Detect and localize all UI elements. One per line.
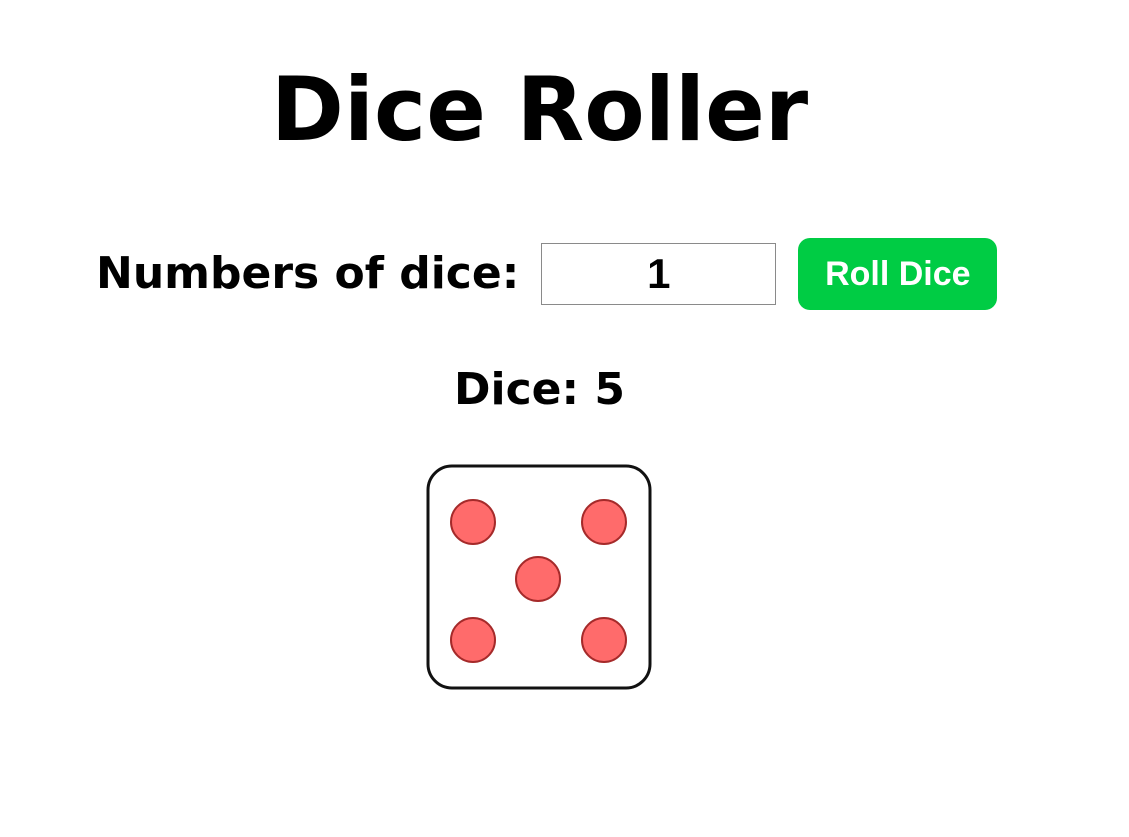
- die-face-five: [426, 464, 652, 690]
- dice-count-label: Numbers of dice:: [96, 248, 520, 299]
- die-pip: [515, 556, 561, 602]
- die-pip: [581, 617, 627, 663]
- die-pip: [581, 499, 627, 545]
- roll-dice-button[interactable]: Roll Dice: [798, 238, 998, 310]
- die-pip: [450, 499, 496, 545]
- page-title: Dice Roller: [270, 58, 809, 161]
- die-pip: [450, 617, 496, 663]
- dice-count-input[interactable]: [541, 243, 777, 305]
- dice-controls: Numbers of dice: Roll Dice: [96, 238, 998, 310]
- dice-result-text: Dice: 5: [453, 364, 626, 415]
